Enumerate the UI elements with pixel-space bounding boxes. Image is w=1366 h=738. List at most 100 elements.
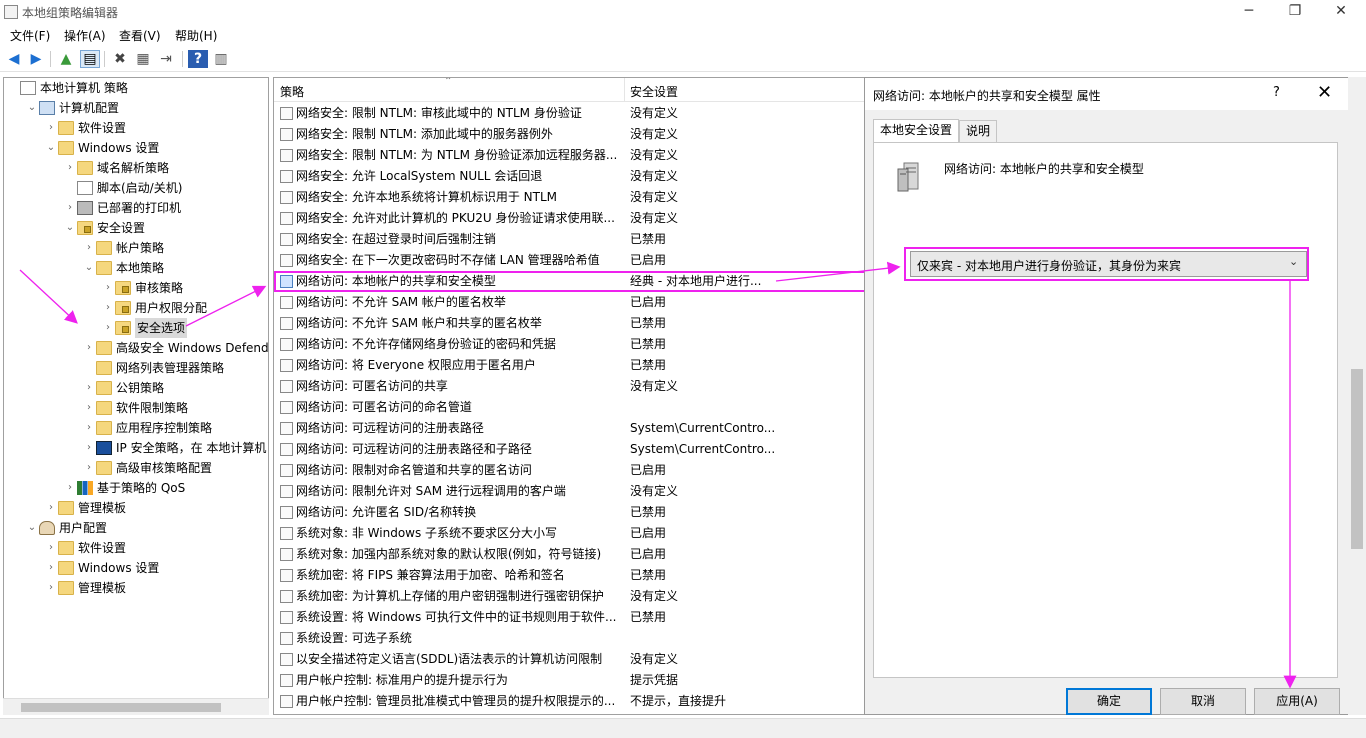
column-divider[interactable] [624, 78, 625, 102]
policy-row[interactable]: 系统设置: 可选子系统 [274, 628, 865, 649]
policy-row[interactable]: 网络访问: 可匿名访问的命名管道 [274, 397, 865, 418]
policy-row[interactable]: 系统加密: 将 FIPS 兼容算法用于加密、哈希和签名 已禁用 [274, 565, 865, 586]
chevron-right-icon[interactable]: › [101, 278, 115, 298]
tree-item[interactable]: ⌄ Windows 设置 [44, 138, 159, 158]
tree-item[interactable]: › 软件限制策略 [82, 398, 188, 418]
chevron-down-icon[interactable]: ⌄ [1289, 255, 1298, 268]
tree-item[interactable]: › 安全选项 [101, 318, 188, 338]
up-folder-icon[interactable]: ▲ [56, 50, 76, 68]
policy-row[interactable]: 网络安全: 在下一次更改密码时不存储 LAN 管理器哈希值 已启用 [274, 250, 865, 271]
tree-item[interactable]: 网络列表管理器策略 [82, 358, 224, 378]
tree-item[interactable]: › 软件设置 [44, 538, 126, 558]
tree-item[interactable]: 本地计算机 策略 [6, 78, 128, 98]
tree-item[interactable]: › 基于策略的 QoS [63, 478, 185, 498]
tree-item[interactable]: › 审核策略 [101, 278, 183, 298]
chevron-right-icon[interactable]: › [82, 398, 96, 418]
close-window-button[interactable]: ✕ [1318, 0, 1364, 24]
maximize-button[interactable]: ❐ [1272, 0, 1318, 24]
policy-row[interactable]: 网络访问: 限制对命名管道和共享的匿名访问 已启用 [274, 460, 865, 481]
show-hide-tree-icon[interactable]: ▤ [80, 50, 100, 68]
chevron-right-icon[interactable]: › [44, 538, 58, 558]
policy-row[interactable]: 网络访问: 将 Everyone 权限应用于匿名用户 已禁用 [274, 355, 865, 376]
policy-row[interactable]: 网络访问: 允许匿名 SID/名称转换 已禁用 [274, 502, 865, 523]
policy-row[interactable]: 系统加密: 为计算机上存储的用户密钥强制进行强密钥保护 没有定义 [274, 586, 865, 607]
console-tree[interactable]: 本地计算机 策略 ⌄ 计算机配置 › 软件设置 ⌄ Windows 设置 › 域名解析策略 脚本(… [3, 77, 269, 715]
action-pane-icon[interactable]: ▥ [211, 50, 231, 68]
tab-local-security-setting[interactable]: 本地安全设置 [873, 119, 960, 143]
menu-help[interactable]: 帮助(H) [175, 27, 217, 44]
tree-item[interactable]: › 已部署的打印机 [63, 198, 181, 218]
policy-row[interactable]: 网络访问: 可远程访问的注册表路径和子路径 System\CurrentContr… [274, 439, 865, 460]
policy-row[interactable]: 用户帐户控制: 标准用户的提升提示行为 提示凭据 [274, 670, 865, 691]
cancel-button[interactable]: 取消 [1160, 688, 1246, 715]
apply-button[interactable]: 应用(A) [1254, 688, 1340, 715]
ok-button[interactable]: 确定 [1066, 688, 1152, 715]
policy-row[interactable]: 网络访问: 不允许 SAM 帐户和共享的匿名枚举 已禁用 [274, 313, 865, 334]
policy-row[interactable]: 网络安全: 限制 NTLM: 为 NTLM 身份验证添加远程服务器... 没有定义 [274, 145, 865, 166]
chevron-right-icon[interactable]: › [82, 378, 96, 398]
policy-row[interactable]: 以安全描述符定义语言(SDDL)语法表示的计算机访问限制 没有定义 [274, 649, 865, 670]
tree-item[interactable]: › 高级审核策略配置 [82, 458, 212, 478]
dialog-help-button[interactable]: ? [1273, 85, 1280, 100]
column-header-policy[interactable]: 策略 [280, 83, 304, 100]
column-header-setting[interactable]: 安全设置 [630, 83, 678, 100]
chevron-down-icon[interactable]: ⌄ [44, 138, 58, 158]
scrollbar-thumb[interactable] [1351, 369, 1363, 549]
chevron-right-icon[interactable]: › [101, 318, 115, 338]
chevron-down-icon[interactable]: ⌄ [82, 258, 96, 278]
policy-row[interactable]: 系统对象: 加强内部系统对象的默认权限(例如，符号链接) 已启用 [274, 544, 865, 565]
dialog-close-button[interactable]: ✕ [1317, 82, 1332, 103]
chevron-down-icon[interactable]: ⌄ [25, 518, 39, 538]
chevron-right-icon[interactable]: › [101, 298, 115, 318]
chevron-right-icon[interactable]: › [44, 118, 58, 138]
vertical-scrollbar[interactable] [1348, 77, 1366, 715]
tree-item[interactable]: › 软件设置 [44, 118, 126, 138]
policy-row[interactable]: 网络访问: 不允许存储网络身份验证的密码和凭据 已禁用 [274, 334, 865, 355]
delete-icon[interactable]: ✖ [110, 50, 130, 68]
policy-row[interactable]: 系统对象: 非 Windows 子系统不要求区分大小写 已启用 [274, 523, 865, 544]
tree-item[interactable]: 脚本(启动/关机) [63, 178, 182, 198]
chevron-right-icon[interactable]: › [63, 478, 77, 498]
tab-explain[interactable]: 说明 [959, 120, 998, 142]
chevron-right-icon[interactable]: › [63, 198, 77, 218]
tree-item[interactable]: › Windows 设置 [44, 558, 159, 578]
tree-item[interactable]: › 管理模板 [44, 578, 126, 598]
tree-item[interactable]: › 帐户策略 [82, 238, 164, 258]
sharing-model-select[interactable]: 仅来宾 - 对本地用户进行身份验证，其身份为来宾 ⌄ [910, 251, 1307, 277]
policy-row[interactable]: 网络访问: 可匿名访问的共享 没有定义 [274, 376, 865, 397]
forward-arrow-icon[interactable]: ▶ [26, 50, 46, 68]
tree-item[interactable]: › 高级安全 Windows Defender [82, 338, 268, 358]
minimize-button[interactable]: ─ [1226, 0, 1272, 24]
chevron-right-icon[interactable]: › [44, 578, 58, 598]
tree-item[interactable]: › 应用程序控制策略 [82, 418, 212, 438]
tree-item[interactable]: ⌄ 安全设置 [63, 218, 145, 238]
properties-icon[interactable]: ▦ [133, 50, 153, 68]
chevron-right-icon[interactable]: › [63, 158, 77, 178]
chevron-right-icon[interactable]: › [44, 498, 58, 518]
policy-row[interactable]: 网络安全: 限制 NTLM: 审核此域中的 NTLM 身份验证 没有定义 [274, 103, 865, 124]
tree-item[interactable]: ⌄ 用户配置 [25, 518, 107, 538]
policy-row[interactable]: 网络安全: 在超过登录时间后强制注销 已禁用 [274, 229, 865, 250]
scrollbar-thumb[interactable] [21, 703, 221, 712]
chevron-right-icon[interactable]: › [82, 458, 96, 478]
policy-row[interactable]: 系统设置: 将 Windows 可执行文件中的证书规则用于软件... 已禁用 [274, 607, 865, 628]
tree-item[interactable]: ⌄ 计算机配置 [25, 98, 119, 118]
policy-row[interactable]: 网络访问: 可远程访问的注册表路径 System\CurrentContro... [274, 418, 865, 439]
policy-row[interactable]: 网络访问: 限制允许对 SAM 进行远程调用的客户端 没有定义 [274, 481, 865, 502]
policy-row[interactable]: 用户帐户控制: 管理员批准模式中管理员的提升权限提示的... 不提示，直接提升 [274, 691, 865, 712]
tree-horizontal-scrollbar[interactable] [3, 698, 269, 715]
tree-item[interactable]: › 管理模板 [44, 498, 126, 518]
chevron-right-icon[interactable]: › [82, 238, 96, 258]
policy-row[interactable]: 网络访问: 不允许 SAM 帐户的匿名枚举 已启用 [274, 292, 865, 313]
policy-row[interactable]: 网络安全: 允许对此计算机的 PKU2U 身份验证请求使用联... 没有定义 [274, 208, 865, 229]
tree-item[interactable]: › IP 安全策略，在 本地计算机 [82, 438, 266, 458]
chevron-right-icon[interactable]: › [82, 438, 96, 458]
chevron-right-icon[interactable]: › [82, 418, 96, 438]
help-icon[interactable]: ? [188, 50, 208, 68]
chevron-right-icon[interactable]: › [82, 338, 96, 358]
chevron-right-icon[interactable]: › [44, 558, 58, 578]
tree-item[interactable]: › 域名解析策略 [63, 158, 169, 178]
tree-item[interactable]: ⌄ 本地策略 [82, 258, 164, 278]
policy-row[interactable]: 网络访问: 本地帐户的共享和安全模型 经典 - 对本地用户进行... [274, 271, 865, 292]
export-list-icon[interactable]: ⇥ [156, 50, 176, 68]
